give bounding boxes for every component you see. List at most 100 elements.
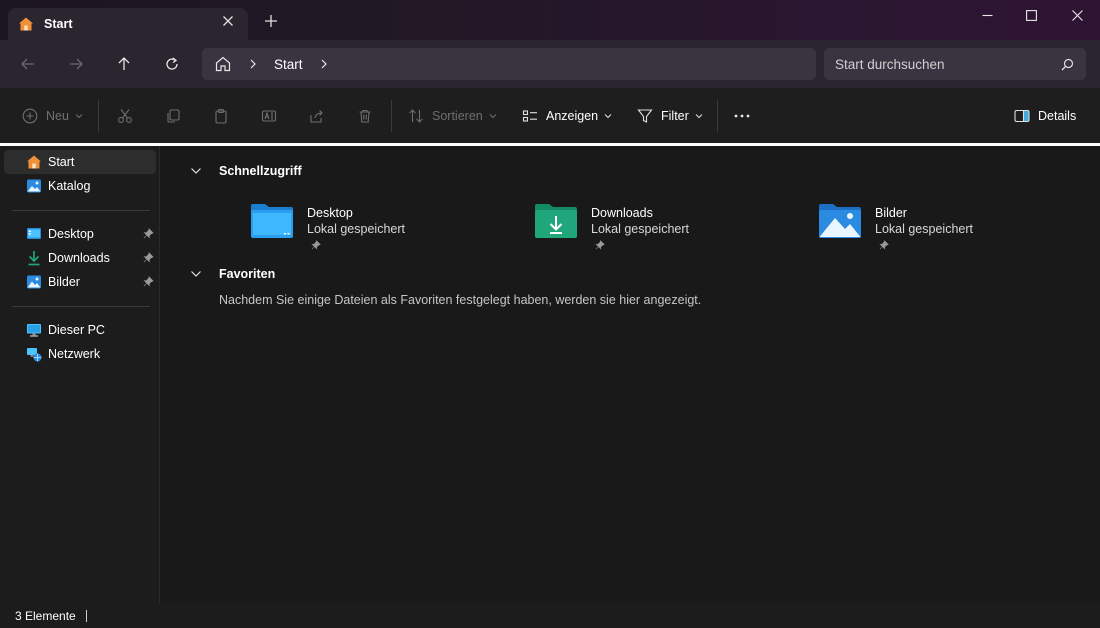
chevron-down-icon[interactable]	[190, 165, 202, 177]
new-button[interactable]: Neu	[22, 88, 83, 144]
sidebar-item-label: Netzwerk	[48, 347, 101, 361]
new-tab-plus-icon[interactable]	[262, 13, 280, 31]
favorites-empty-message: Nachdem Sie einige Dateien als Favoriten…	[219, 293, 702, 307]
details-button[interactable]: Details	[1014, 88, 1076, 144]
view-button-label: Anzeigen	[546, 109, 599, 123]
paste-button[interactable]	[213, 88, 229, 144]
copy-button[interactable]	[165, 88, 181, 144]
view-button[interactable]: Anzeigen	[522, 88, 612, 144]
sidebar-item-bilder[interactable]: Bilder	[4, 270, 156, 294]
sidebar-item-start[interactable]: Start	[4, 150, 156, 174]
details-pane-icon	[1014, 109, 1030, 123]
chevron-down-icon	[75, 114, 83, 119]
cut-button[interactable]	[117, 88, 133, 144]
quick-access-item-name: Downloads	[591, 206, 653, 220]
toolbar-divider	[98, 100, 99, 132]
filter-icon	[637, 109, 653, 123]
sidebar-item-label: Desktop	[48, 227, 94, 241]
pin-icon	[595, 240, 605, 250]
delete-button[interactable]	[357, 88, 373, 144]
tab-close-icon[interactable]	[220, 15, 236, 31]
breadcrumb-home-icon[interactable]	[214, 55, 232, 73]
pictures-icon	[27, 275, 41, 289]
tab-start[interactable]: Start	[8, 8, 248, 40]
scissors-icon	[118, 109, 132, 123]
share-icon	[310, 110, 323, 123]
status-divider	[85, 609, 87, 622]
sidebar-item-downloads[interactable]: Downloads	[4, 246, 156, 270]
more-icon	[734, 114, 750, 118]
sidebar-divider	[12, 306, 150, 307]
share-button[interactable]	[309, 88, 325, 144]
quick-access-item-downloads[interactable]: Downloads Lokal gespeichert	[534, 200, 794, 250]
sidebar-item-label: Start	[48, 155, 75, 169]
new-button-label: Neu	[46, 109, 69, 123]
rename-button[interactable]	[261, 88, 277, 144]
pin-icon	[311, 240, 321, 250]
pin-icon	[143, 228, 154, 239]
sort-button-label: Sortieren	[432, 109, 483, 123]
quick-access-item-name: Desktop	[307, 206, 353, 220]
sidebar-item-dieser-pc[interactable]: Dieser PC	[4, 318, 156, 342]
trash-icon	[359, 109, 371, 123]
sidebar-divider	[12, 210, 150, 211]
chevron-down-icon	[695, 114, 703, 119]
toolbar-divider	[717, 100, 718, 132]
sort-icon	[409, 109, 423, 123]
content-pane: Schnellzugriff Desktop Lokal gespeichert…	[160, 146, 1100, 603]
quick-access-item-subtitle: Lokal gespeichert	[875, 222, 973, 236]
filter-button[interactable]: Filter	[637, 88, 703, 144]
sidebar-item-label: Dieser PC	[48, 323, 105, 337]
home-icon	[27, 155, 41, 169]
monitor-icon	[27, 324, 41, 337]
pictures-folder-icon	[819, 204, 861, 238]
sort-button[interactable]: Sortieren	[408, 88, 497, 144]
quick-access-item-name: Bilder	[875, 206, 907, 220]
quick-access-header[interactable]: Schnellzugriff	[190, 164, 302, 178]
clipboard-icon	[215, 108, 227, 124]
maximize-icon[interactable]	[1008, 0, 1054, 30]
quick-access-item-subtitle: Lokal gespeichert	[591, 222, 689, 236]
refresh-icon[interactable]	[160, 52, 184, 76]
breadcrumb-item-start[interactable]: Start	[274, 57, 303, 72]
sidebar-item-katalog[interactable]: Katalog	[4, 174, 156, 198]
breadcrumb[interactable]: Start	[202, 48, 816, 80]
minimize-icon[interactable]	[964, 0, 1010, 30]
search-box[interactable]	[824, 48, 1086, 80]
navigation-pane: Start Katalog Desktop Downloads Bilder D…	[0, 146, 160, 603]
favorites-header[interactable]: Favoriten	[190, 267, 275, 281]
home-icon	[19, 17, 33, 31]
favorites-title: Favoriten	[219, 267, 276, 281]
network-icon	[27, 348, 42, 362]
back-arrow-icon[interactable]	[16, 52, 40, 76]
address-bar: Start	[0, 40, 1100, 88]
sidebar-item-label: Katalog	[48, 179, 91, 193]
download-icon	[28, 251, 40, 266]
chevron-down-icon	[489, 114, 497, 119]
sidebar-item-netzwerk[interactable]: Netzwerk	[4, 342, 156, 366]
search-input[interactable]	[835, 56, 1050, 72]
window-close-icon[interactable]	[1054, 0, 1100, 30]
sidebar-item-desktop[interactable]: Desktop	[4, 222, 156, 246]
up-arrow-icon[interactable]	[112, 52, 136, 76]
plus-circle-icon	[22, 108, 38, 124]
breadcrumb-chevron-icon[interactable]	[319, 59, 329, 69]
toolbar-divider	[391, 100, 392, 132]
quick-access-item-desktop[interactable]: Desktop Lokal gespeichert	[250, 200, 510, 250]
search-icon[interactable]	[1061, 58, 1074, 71]
breadcrumb-chevron-icon[interactable]	[248, 59, 258, 69]
desktop-folder-icon	[251, 204, 293, 238]
pin-icon	[143, 252, 154, 263]
pin-icon	[879, 240, 889, 250]
chevron-down-icon[interactable]	[190, 268, 202, 280]
command-bar: Neu Sortieren Anzeigen Filter Details	[0, 88, 1100, 144]
status-bar: 3 Elemente	[0, 603, 1100, 628]
gallery-icon	[27, 179, 41, 193]
desktop-folder-icon	[27, 228, 41, 239]
quick-access-item-bilder[interactable]: Bilder Lokal gespeichert	[818, 200, 1078, 250]
forward-arrow-icon[interactable]	[64, 52, 88, 76]
tab-title: Start	[44, 17, 73, 31]
filter-button-label: Filter	[661, 109, 689, 123]
more-options-button[interactable]	[733, 88, 751, 144]
pin-icon	[143, 276, 154, 287]
